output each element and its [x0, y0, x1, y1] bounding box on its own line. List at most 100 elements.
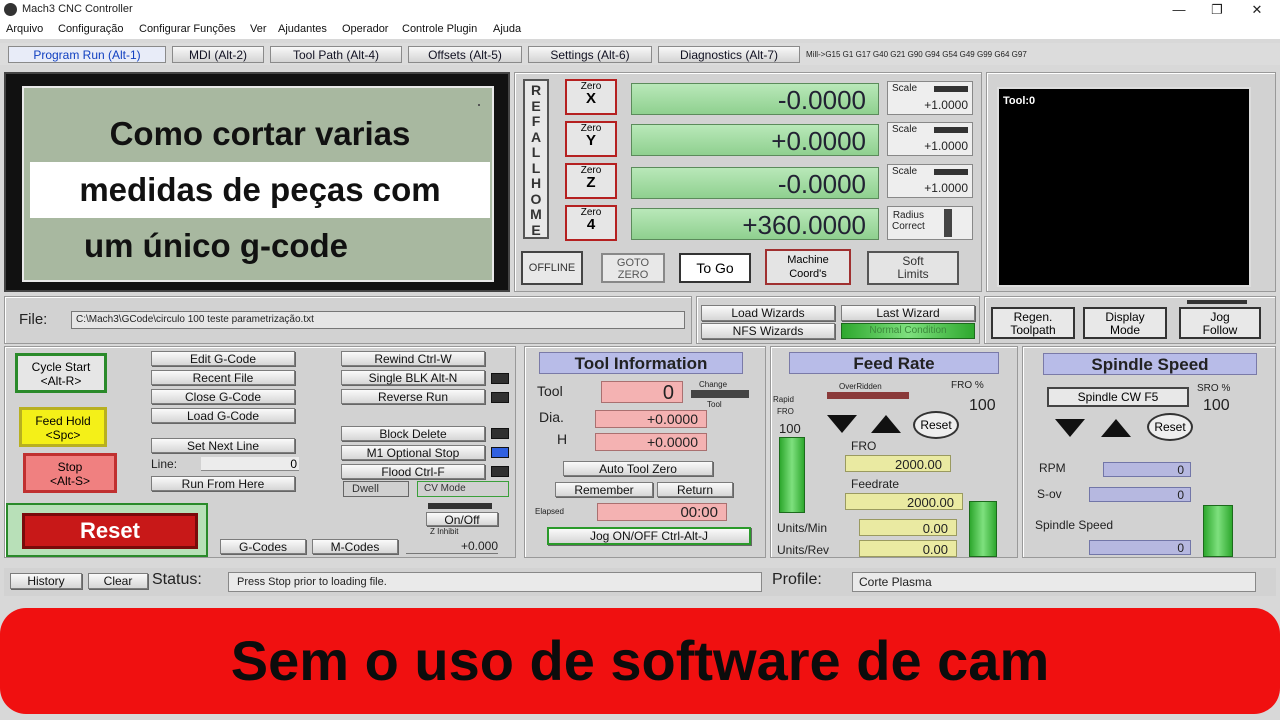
history-button[interactable]: History: [10, 573, 82, 589]
menu-arquivo[interactable]: Arquivo: [6, 23, 43, 35]
z-inhibit-value[interactable]: +0.000: [406, 539, 498, 554]
load-gcode-button[interactable]: Load G-Code: [151, 408, 295, 423]
gcode-panel: Como cortar varias medidas de peças com …: [4, 72, 510, 292]
menu-configurar-funcoes[interactable]: Configurar Funções: [139, 23, 236, 35]
menu-controle-plugin[interactable]: Controle Plugin: [402, 23, 477, 35]
load-wizards-button[interactable]: Load Wizards: [701, 305, 835, 321]
rpm-value: 0: [1103, 462, 1191, 477]
display-mode-button[interactable]: Display Mode: [1083, 307, 1167, 339]
offline-button[interactable]: OFFLINE: [521, 251, 583, 285]
menu-ajudantes[interactable]: Ajudantes: [278, 23, 327, 35]
coords-label: Coord's: [789, 268, 827, 280]
stop-button[interactable]: Stop <Alt-S>: [23, 453, 117, 493]
flood-button[interactable]: Flood Ctrl-F: [341, 464, 485, 479]
spindle-cw-button[interactable]: Spindle CW F5: [1047, 387, 1189, 407]
dro-a[interactable]: +360.0000: [631, 208, 879, 240]
zero-4-button[interactable]: Zero 4: [565, 205, 617, 241]
tool-number[interactable]: 0: [601, 381, 683, 404]
dro-x[interactable]: -0.0000: [631, 83, 879, 115]
cycle-start-button[interactable]: Cycle Start <Alt-R>: [15, 353, 107, 393]
ref-all-home-button[interactable]: R E F A L L H O M E: [523, 79, 549, 239]
jog-onoff-button[interactable]: Jog ON/OFF Ctrl-Alt-J: [547, 527, 751, 545]
block-delete-button[interactable]: Block Delete: [341, 426, 485, 441]
regen-toolpath-button[interactable]: Regen. Toolpath: [991, 307, 1075, 339]
z-inhibit-label: Z Inhibit: [430, 527, 459, 536]
zero-x-button[interactable]: Zero X: [565, 79, 617, 115]
last-wizard-button[interactable]: Last Wizard: [841, 305, 975, 321]
to-go-button[interactable]: To Go: [679, 253, 751, 283]
dro-z[interactable]: -0.0000: [631, 167, 879, 199]
rapid-fro-label: FRO: [777, 407, 794, 416]
edit-gcode-button[interactable]: Edit G-Code: [151, 351, 295, 366]
toolpath-display[interactable]: Tool:0: [997, 87, 1251, 287]
spindle-speed-slider[interactable]: [1203, 505, 1233, 557]
spindle-speed-value[interactable]: 0: [1089, 540, 1191, 555]
feed-up-icon[interactable]: [871, 415, 901, 433]
nfs-wizards-button[interactable]: NFS Wizards: [701, 323, 835, 339]
status-label: Status:: [152, 571, 202, 588]
file-path-field[interactable]: C:\Mach3\GCode\circulo 100 teste paramet…: [71, 311, 685, 329]
feed-reset-button[interactable]: Reset: [913, 411, 959, 439]
zero-label: ZERO: [617, 269, 649, 281]
close-gcode-button[interactable]: Close G-Code: [151, 389, 295, 404]
tab-program-run[interactable]: Program Run (Alt-1): [8, 46, 166, 63]
dro-y[interactable]: +0.0000: [631, 124, 879, 156]
auto-tool-zero-button[interactable]: Auto Tool Zero: [563, 461, 713, 476]
return-button[interactable]: Return: [657, 482, 733, 497]
m-codes-button[interactable]: M-Codes: [312, 539, 398, 554]
rapid-fro-slider[interactable]: [779, 437, 805, 513]
sov-value: 0: [1089, 487, 1191, 502]
fro-value[interactable]: 2000.00: [845, 455, 951, 472]
tool-diameter[interactable]: +0.0000: [595, 410, 707, 428]
radius-correct[interactable]: Radius Correct: [887, 206, 973, 240]
spindle-down-icon[interactable]: [1055, 419, 1085, 437]
rewind-button[interactable]: Rewind Ctrl-W: [341, 351, 485, 366]
spindle-reset-button[interactable]: Reset: [1147, 413, 1193, 441]
tool-height[interactable]: +0.0000: [595, 433, 707, 451]
follow-label: Follow: [1202, 323, 1238, 337]
jog-follow-led: [1187, 300, 1247, 304]
line-number-field[interactable]: 0: [201, 457, 299, 471]
feedrate-value[interactable]: 2000.00: [845, 493, 963, 510]
recent-file-button[interactable]: Recent File: [151, 370, 295, 385]
units-rev-value: 0.00: [859, 540, 957, 557]
scale-y-label: Scale: [892, 124, 918, 135]
tab-offsets[interactable]: Offsets (Alt-5): [408, 46, 522, 63]
zero-z-button[interactable]: Zero Z: [565, 163, 617, 199]
set-next-line-button[interactable]: Set Next Line: [151, 438, 295, 453]
machine-coords-button[interactable]: Machine Coord's: [765, 249, 851, 285]
g-codes-button[interactable]: G-Codes: [220, 539, 306, 554]
close-icon[interactable]: ✕: [1234, 1, 1280, 19]
feed-rate-slider[interactable]: [969, 501, 997, 557]
menu-ajuda[interactable]: Ajuda: [493, 23, 521, 35]
menu-configuracao[interactable]: Configuração: [58, 23, 123, 35]
jog-follow-button[interactable]: Jog Follow: [1179, 307, 1261, 339]
scale-z: Scale +1.0000: [887, 164, 973, 198]
run-from-here-button[interactable]: Run From Here: [151, 476, 295, 491]
single-block-button[interactable]: Single BLK Alt-N: [341, 370, 485, 385]
status-text: Press Stop prior to loading file.: [228, 572, 762, 592]
remember-button[interactable]: Remember: [555, 482, 653, 497]
window-title: Mach3 CNC Controller: [22, 3, 133, 15]
spindle-title: Spindle Speed: [1043, 353, 1257, 375]
menu-operador[interactable]: Operador: [342, 23, 388, 35]
spindle-up-icon[interactable]: [1101, 419, 1131, 437]
menu-ver[interactable]: Ver: [250, 23, 267, 35]
soft-limits-button[interactable]: Soft Limits: [867, 251, 959, 285]
feed-down-icon[interactable]: [827, 415, 857, 433]
tab-settings[interactable]: Settings (Alt-6): [528, 46, 652, 63]
reverse-run-button[interactable]: Reverse Run: [341, 389, 485, 404]
feed-hold-button[interactable]: Feed Hold <Spc>: [19, 407, 107, 447]
caption-banner: Sem o uso de software de cam: [0, 608, 1280, 714]
zero-y-button[interactable]: Zero Y: [565, 121, 617, 157]
m1-optional-stop-button[interactable]: M1 Optional Stop: [341, 445, 485, 460]
reset-button[interactable]: Reset: [22, 513, 198, 549]
clear-button[interactable]: Clear: [88, 573, 148, 589]
sov-label: S-ov: [1037, 487, 1062, 501]
goto-zero-button[interactable]: GOTO ZERO: [601, 253, 665, 283]
tab-tool-path[interactable]: Tool Path (Alt-4): [270, 46, 402, 63]
tab-mdi[interactable]: MDI (Alt-2): [172, 46, 264, 63]
tab-diagnostics[interactable]: Diagnostics (Alt-7): [658, 46, 800, 63]
rapid-label: Rapid: [773, 395, 794, 404]
z-inhibit-onoff-button[interactable]: On/Off: [426, 512, 498, 527]
